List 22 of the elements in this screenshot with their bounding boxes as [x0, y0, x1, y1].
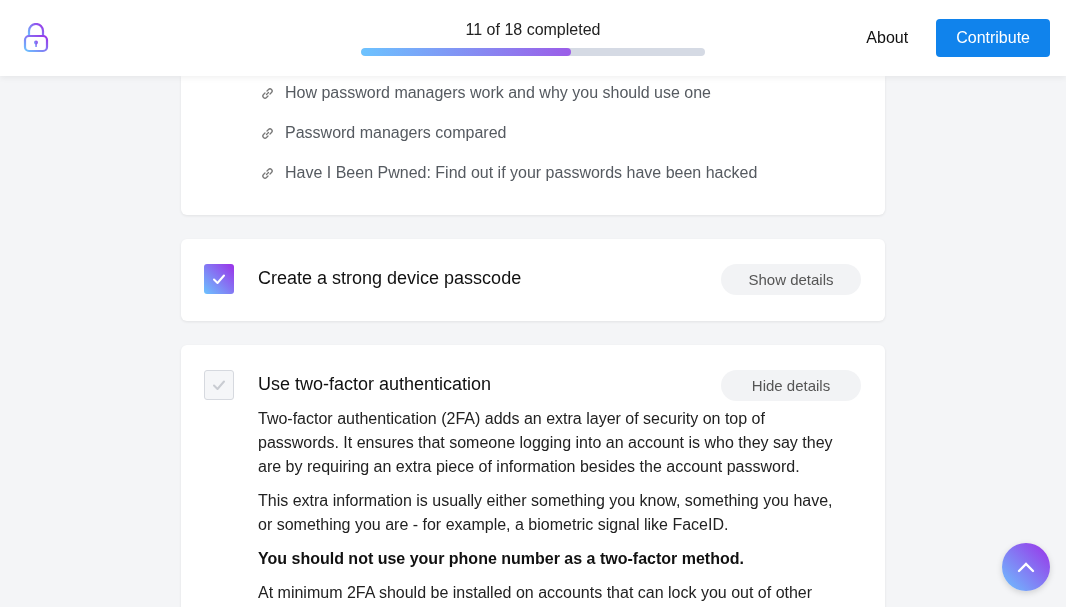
progress-text: 11 of 18 completed	[465, 20, 601, 39]
about-link[interactable]: About	[866, 29, 909, 47]
link-icon	[261, 86, 274, 100]
contribute-button[interactable]: Contribute	[936, 19, 1050, 57]
details-toggle[interactable]: Hide details	[721, 370, 861, 401]
resource-link[interactable]: Have I Been Pwned: Find out if your passwords have been hacked	[285, 164, 758, 182]
task-title: Create a strong device passcode	[258, 268, 522, 289]
resource-link[interactable]: How password managers work and why you should use one	[285, 84, 711, 102]
details-paragraph: You should not use your phone number as a two-factor method.	[258, 549, 745, 569]
details-toggle[interactable]: Show details	[721, 264, 861, 295]
details-paragraph: At minimum 2FA should be installed on accounts that can lock you out of other	[258, 583, 814, 603]
resource-link[interactable]: Password managers compared	[285, 124, 507, 142]
task-title: Use two-factor authentication	[258, 374, 492, 395]
link-icon	[261, 126, 274, 140]
task-checkbox[interactable]	[204, 264, 234, 294]
padlock-icon[interactable]	[23, 23, 49, 53]
link-icon	[261, 166, 274, 180]
scroll-top-button[interactable]	[1002, 543, 1050, 591]
details-paragraph: Two-factor authentication (2FA) adds an extra layer of security on top of passwords. It ensures that someone logging into an account is who they say they are by requiring an extra piece of information besides the account password.	[258, 409, 834, 477]
details-paragraph: This extra information is usually either something you know, something you have, or something you are - for example, a biometric signal like FaceID.	[258, 491, 834, 535]
chevron-up-icon	[1017, 561, 1035, 573]
task-checkbox[interactable]	[204, 370, 234, 400]
